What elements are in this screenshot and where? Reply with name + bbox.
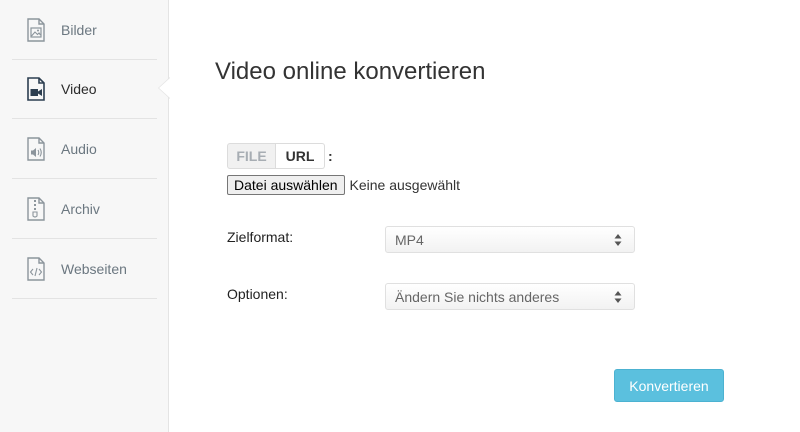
code-file-icon [24,256,48,282]
source-tabs: FILE URL : [227,143,333,169]
sidebar-item-archiv[interactable]: Archiv [12,179,157,239]
select-arrows-icon [614,291,622,303]
video-file-icon [24,76,48,102]
file-status: Keine ausgewählt [349,177,461,193]
sidebar-item-label: Bilder [61,21,97,38]
tab-colon: : [328,148,333,164]
active-indicator [159,78,170,98]
options-select[interactable]: Ändern Sie nichts anderes [385,283,635,310]
options-value: Ändern Sie nichts anderes [395,288,560,305]
sidebar-item-video[interactable]: Video [12,59,157,119]
sidebar-item-label: Archiv [61,200,100,217]
audio-file-icon [24,136,48,162]
target-format-select[interactable]: MP4 [385,226,635,253]
sidebar-item-audio[interactable]: Audio [12,119,157,179]
target-format-value: MP4 [395,231,424,248]
target-format-label: Zielformat: [227,229,294,245]
sidebar-item-label: Video [61,80,97,97]
sidebar-item-label: Audio [61,140,97,157]
sidebar-item-label: Webseiten [61,260,127,277]
options-label: Optionen: [227,286,288,302]
choose-file-button[interactable]: Datei auswählen [227,175,345,195]
tab-url[interactable]: URL [276,143,325,169]
sidebar-item-bilder[interactable]: Bilder [12,0,157,60]
sidebar: Bilder Video Audio Archiv Webseiten [0,0,169,432]
convert-button[interactable]: Konvertieren [614,369,724,402]
archive-file-icon [24,196,48,222]
tab-file[interactable]: FILE [227,143,276,169]
select-arrows-icon [614,234,622,246]
page-title: Video online konvertieren [215,58,486,85]
sidebar-item-webseiten[interactable]: Webseiten [12,239,157,299]
file-input: Datei auswählen Keine ausgewählt [227,175,460,195]
image-file-icon [24,17,48,43]
